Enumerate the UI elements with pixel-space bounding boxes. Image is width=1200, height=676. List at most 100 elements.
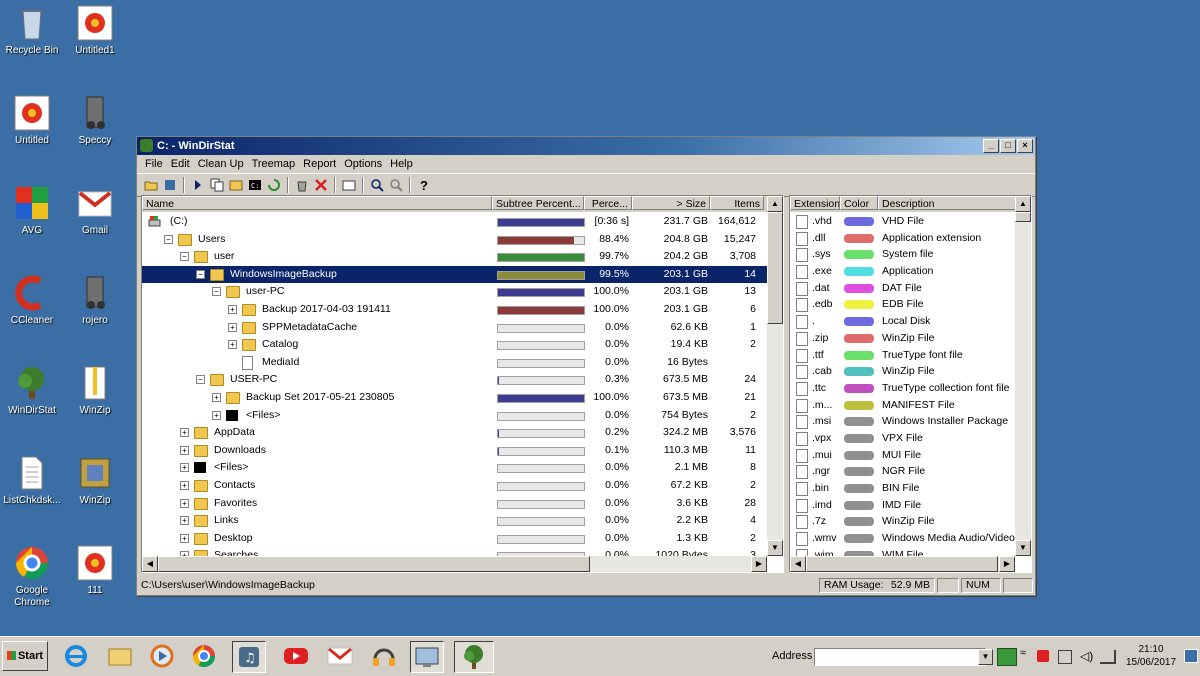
expand-icon[interactable]: +	[180, 428, 189, 438]
expand-icon[interactable]: +	[228, 304, 237, 314]
ext-h-scroll-thumb[interactable]	[806, 556, 998, 572]
extension-row[interactable]: .bin BIN File	[790, 480, 1015, 497]
tree-horizontal-scrollbar[interactable]: ◀ ▶	[142, 556, 767, 572]
tree-column-header[interactable]: Subtree Percent...	[492, 196, 584, 210]
extension-row[interactable]: .7z WinZip File	[790, 513, 1015, 530]
extension-row[interactable]: .imd IMD File	[790, 497, 1015, 514]
expand-icon[interactable]: +	[180, 498, 189, 508]
copy-icon[interactable]	[209, 177, 225, 193]
desktop-shortcut[interactable]: Speccy	[60, 95, 130, 147]
tree-row[interactable]: + Links 0.0% 2.2 KB 4	[142, 512, 767, 530]
expand-icon[interactable]: +	[180, 480, 189, 490]
menu-file[interactable]: File	[141, 158, 167, 170]
collapse-icon[interactable]: −	[196, 269, 205, 279]
clock[interactable]: 21:10 15/06/2017	[1124, 643, 1178, 669]
collapse-icon[interactable]: −	[164, 234, 173, 244]
network-icon[interactable]	[1100, 650, 1116, 664]
control-panel-icon[interactable]	[410, 641, 444, 673]
tree-row[interactable]: + <Files> 0.0% 754 Bytes 2	[142, 407, 767, 425]
itunes-icon[interactable]: ♫	[232, 641, 266, 673]
tree-row[interactable]: − user 99.7% 204.2 GB 3,708	[142, 248, 767, 266]
extension-row[interactable]: .dll Application extension	[790, 230, 1015, 247]
ext-scroll-up-arrow-icon[interactable]: ▲	[1015, 196, 1031, 212]
tree-row[interactable]: + Backup 2017-04-03 191411 100.0% 203.1 GB 6	[142, 301, 767, 319]
play-icon[interactable]	[190, 177, 206, 193]
tree-row[interactable]: MediaId 0.0% 16 Bytes	[142, 354, 767, 372]
collapse-icon[interactable]: −	[180, 252, 189, 262]
refresh-icon[interactable]	[162, 177, 178, 193]
tree-column-header[interactable]: > Size	[632, 196, 710, 210]
tree-column-header[interactable]: Items	[710, 196, 764, 210]
show-desktop-icon[interactable]	[1184, 649, 1198, 663]
extension-row[interactable]: .ttf TrueType font file	[790, 347, 1015, 364]
tree-row[interactable]: + Backup Set 2017-05-21 230805 100.0% 673.5…	[142, 389, 767, 407]
extension-row[interactable]: .msi Windows Installer Package	[790, 413, 1015, 430]
refresh-green-icon[interactable]	[266, 177, 282, 193]
tree-column-header[interactable]: Name	[142, 196, 492, 210]
start-button[interactable]: Start	[2, 641, 48, 671]
internet-explorer-icon[interactable]	[60, 641, 92, 671]
command-prompt-icon[interactable]: C:	[247, 177, 263, 193]
desktop-shortcut[interactable]: WinDirStat	[0, 365, 67, 417]
youtube-icon[interactable]	[280, 641, 312, 671]
tree-row[interactable]: − USER-PC 0.3% 673.5 MB 24	[142, 371, 767, 389]
tree-row[interactable]: + SPPMetadataCache 0.0% 62.6 KB 1	[142, 319, 767, 337]
desktop-shortcut[interactable]: Untitled1	[60, 5, 130, 57]
extension-row[interactable]: .vhd VHD File	[790, 213, 1015, 230]
minimize-button[interactable]: _	[983, 139, 999, 153]
windirstat-taskbar-icon[interactable]	[454, 641, 494, 673]
ext-scroll-right-arrow-icon[interactable]: ▶	[999, 556, 1015, 572]
volume-icon[interactable]: ◁)	[1080, 649, 1093, 663]
desktop-shortcut[interactable]: AVG	[0, 185, 67, 237]
desktop-shortcut[interactable]: ListChkdsk...	[0, 455, 67, 507]
expand-icon[interactable]: +	[180, 445, 189, 455]
scroll-down-arrow-icon[interactable]: ▼	[767, 540, 783, 556]
ext-column-header[interactable]: Extension	[790, 196, 840, 210]
extension-row[interactable]: .edb EDB File	[790, 296, 1015, 313]
ext-column-header[interactable]: Description	[878, 196, 1018, 210]
ext-scroll-thumb[interactable]	[1015, 212, 1031, 222]
desktop-shortcut[interactable]: rojero	[60, 275, 130, 327]
show-hidden-icons-icon[interactable]: ≈	[1020, 647, 1026, 659]
expand-icon[interactable]: +	[212, 392, 221, 402]
extension-row[interactable]: .ngr NGR File	[790, 463, 1015, 480]
tray-device-icon[interactable]	[1058, 650, 1072, 664]
extension-row[interactable]: .cab WinZip File	[790, 363, 1015, 380]
expand-icon[interactable]: +	[180, 516, 189, 526]
address-input[interactable]	[814, 648, 986, 666]
scroll-right-arrow-icon[interactable]: ▶	[751, 556, 767, 572]
zoom-out-icon[interactable]	[388, 177, 404, 193]
tree-row[interactable]: (C:) [0:36 s] 231.7 GB 164,612	[142, 213, 767, 231]
extension-row[interactable]: .vpx VPX File	[790, 430, 1015, 447]
tree-vertical-scrollbar[interactable]: ▲ ▼	[767, 196, 783, 556]
delete-icon[interactable]	[313, 177, 329, 193]
extension-row[interactable]: . Local Disk	[790, 313, 1015, 330]
menu-options[interactable]: Options	[340, 158, 386, 170]
tree-row[interactable]: + Catalog 0.0% 19.4 KB 2	[142, 336, 767, 354]
scroll-left-arrow-icon[interactable]: ◀	[142, 556, 158, 572]
desktop-shortcut[interactable]: Recycle Bin	[0, 5, 67, 57]
title-bar[interactable]: C: - WinDirStat _ □ ×	[137, 137, 1035, 155]
menu-clean-up[interactable]: Clean Up	[194, 158, 248, 170]
ext-scroll-down-arrow-icon[interactable]: ▼	[1015, 540, 1031, 556]
tree-row[interactable]: − user-PC 100.0% 203.1 GB 13	[142, 283, 767, 301]
recycle-icon[interactable]	[294, 177, 310, 193]
open-folder-icon[interactable]	[143, 177, 159, 193]
extension-row[interactable]: .wmv Windows Media Audio/Video file	[790, 530, 1015, 547]
tree-row[interactable]: + AppData 0.2% 324.2 MB 3,576	[142, 424, 767, 442]
maximize-button[interactable]: □	[1000, 139, 1016, 153]
scroll-thumb[interactable]	[767, 212, 783, 324]
expand-icon[interactable]: +	[180, 463, 189, 473]
desktop-shortcut[interactable]: WinZip	[60, 365, 130, 417]
collapse-icon[interactable]: −	[196, 375, 205, 385]
extension-row[interactable]: .wim WIM File	[790, 547, 1015, 556]
tree-row[interactable]: + Searches 0.0% 1020 Bytes 3	[142, 547, 767, 556]
menu-help[interactable]: Help	[386, 158, 417, 170]
scroll-up-arrow-icon[interactable]: ▲	[767, 196, 783, 212]
expand-icon[interactable]: +	[228, 322, 237, 332]
ext-column-header[interactable]: Color	[840, 196, 878, 210]
headphones-icon[interactable]	[368, 641, 400, 671]
new-folder-icon[interactable]	[341, 177, 357, 193]
extension-row[interactable]: .ttc TrueType collection font file	[790, 380, 1015, 397]
extension-row[interactable]: .mui MUI File	[790, 447, 1015, 464]
